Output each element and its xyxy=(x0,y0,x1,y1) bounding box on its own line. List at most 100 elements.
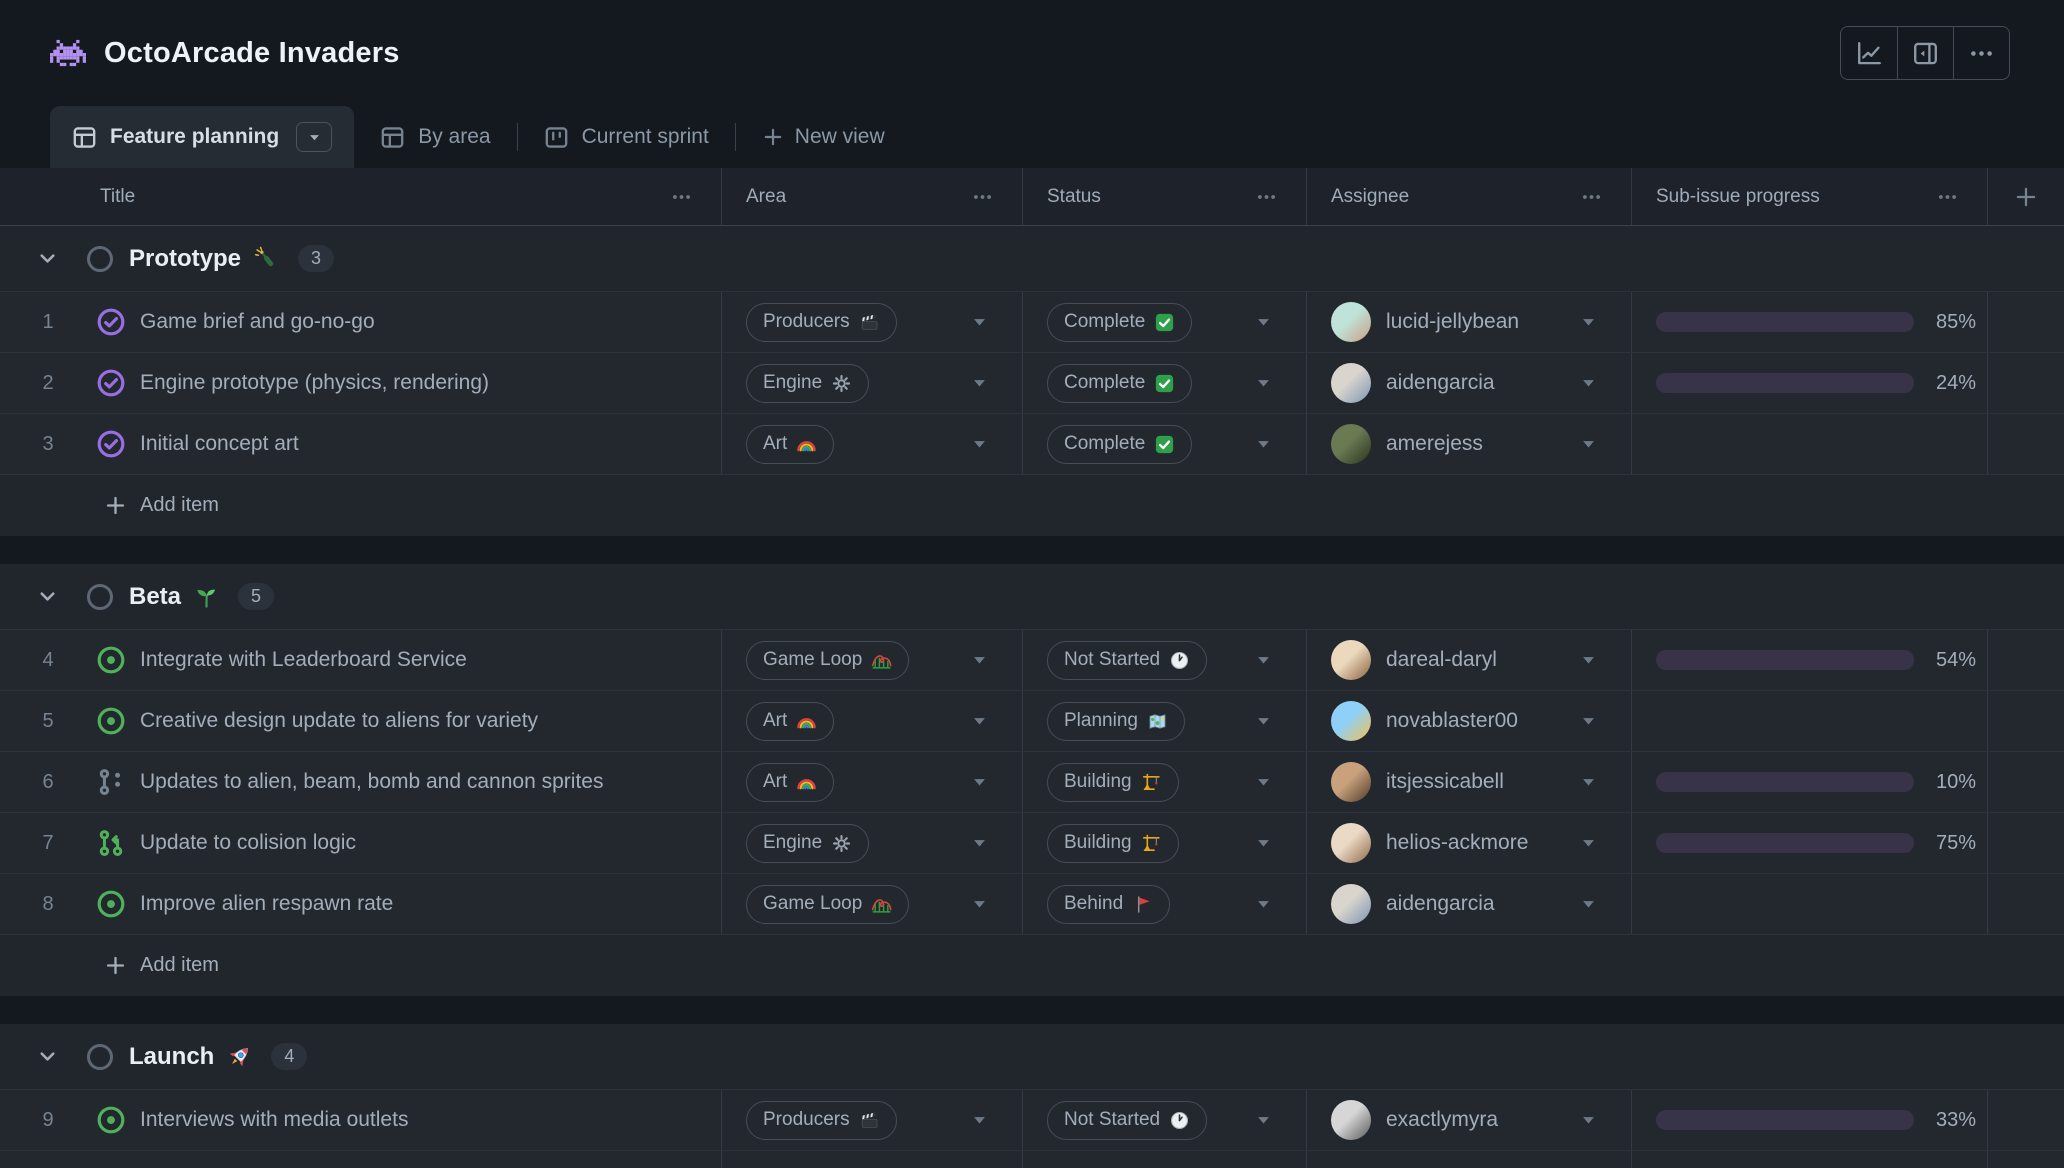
area-cell[interactable]: Producers xyxy=(721,292,1022,352)
progress-cell[interactable]: 33% xyxy=(1631,1090,1987,1150)
page-title: OctoArcade Invaders xyxy=(104,37,400,70)
item-title[interactable]: Improve alien respawn rate xyxy=(140,892,393,916)
group-header-prototype[interactable]: Prototype 3 xyxy=(0,226,2064,292)
column-header-status[interactable]: Status xyxy=(1022,168,1306,225)
title-cell[interactable]: 3 Initial concept art xyxy=(0,414,721,474)
group-header-launch[interactable]: Launch 4 xyxy=(0,1024,2064,1090)
item-title[interactable]: Interviews with media outlets xyxy=(140,1108,408,1132)
progress-cell[interactable] xyxy=(1631,691,1987,751)
chevron-down-icon xyxy=(1580,652,1597,669)
new-view-button[interactable]: New view xyxy=(736,106,911,168)
project-header: OctoArcade Invaders xyxy=(0,0,2064,106)
assignee-cell[interactable]: exactlymyra xyxy=(1306,1090,1631,1150)
area-cell[interactable]: Engine xyxy=(721,813,1022,873)
add-column-button[interactable] xyxy=(1987,168,2064,225)
roller-coaster-emoji-icon xyxy=(871,650,892,671)
group-header-beta[interactable]: Beta 5 xyxy=(0,564,2064,630)
column-menu-icon[interactable] xyxy=(1580,185,1603,208)
area-cell[interactable]: Producers xyxy=(721,1090,1022,1150)
column-header-area[interactable]: Area xyxy=(721,168,1022,225)
assignee-cell[interactable]: aidengarcia xyxy=(1306,874,1631,934)
status-cell[interactable]: Building xyxy=(1022,813,1306,873)
item-title[interactable]: Initial concept art xyxy=(140,432,299,456)
check-emoji-icon xyxy=(1154,312,1175,333)
progress-cell[interactable]: 54% xyxy=(1631,630,1987,690)
status-cell[interactable]: Behind xyxy=(1022,874,1306,934)
title-cell[interactable]: 6 Updates to alien, beam, bomb and canno… xyxy=(0,752,721,812)
area-pill: Art xyxy=(746,425,834,464)
progress-percent: 33% xyxy=(1936,1109,1976,1132)
chevron-down-icon xyxy=(1580,896,1597,913)
area-cell[interactable]: Game Loop xyxy=(721,874,1022,934)
item-title[interactable]: Update to colision logic xyxy=(140,831,356,855)
progress-cell[interactable]: 85% xyxy=(1631,292,1987,352)
add-item-button[interactable]: Add item xyxy=(0,475,2064,536)
tab-feature-planning[interactable]: Feature planning xyxy=(50,106,354,168)
item-title[interactable]: Engine prototype (physics, rendering) xyxy=(140,371,489,395)
area-pill: Art xyxy=(746,763,834,802)
area-cell[interactable]: Game Loop xyxy=(721,630,1022,690)
status-cell[interactable]: Complete xyxy=(1022,414,1306,474)
status-cell[interactable]: Not Started xyxy=(1022,1090,1306,1150)
side-panel-button[interactable] xyxy=(1897,27,1953,79)
assignee-cell[interactable]: lucid-jellybean xyxy=(1306,292,1631,352)
item-title[interactable]: Updates to alien, beam, bomb and cannon … xyxy=(140,770,603,794)
insights-button[interactable] xyxy=(1841,27,1897,79)
progress-cell[interactable]: 75% xyxy=(1631,813,1987,873)
column-menu-icon[interactable] xyxy=(1936,185,1959,208)
view-options-button[interactable] xyxy=(296,122,332,152)
column-header-subissue-progress[interactable]: Sub-issue progress xyxy=(1631,168,1987,225)
table-row: 4 Integrate with Leaderboard Service Gam… xyxy=(0,630,2064,691)
progress-percent: 75% xyxy=(1936,832,1976,855)
title-cell[interactable]: 8 Improve alien respawn rate xyxy=(0,874,721,934)
assignee-cell[interactable]: helios-ackmore xyxy=(1306,813,1631,873)
more-options-button[interactable] xyxy=(1953,27,2009,79)
title-cell[interactable]: 2 Engine prototype (physics, rendering) xyxy=(0,353,721,413)
table-header: Title Area Status Assignee Sub-issue pro… xyxy=(0,168,2064,226)
item-title[interactable]: Creative design update to aliens for var… xyxy=(140,709,538,733)
assignee-cell[interactable]: aidengarcia xyxy=(1306,353,1631,413)
avatar xyxy=(1331,363,1371,403)
tab-current-sprint[interactable]: Current sprint xyxy=(518,106,735,168)
status-cell[interactable]: Building xyxy=(1022,752,1306,812)
progress-percent: 85% xyxy=(1936,311,1976,334)
column-header-title[interactable]: Title xyxy=(0,168,721,225)
seedling-emoji-icon xyxy=(193,583,220,610)
status-pill: Not Started xyxy=(1047,641,1207,680)
progress-cell[interactable]: 24% xyxy=(1631,353,1987,413)
assignee-cell[interactable]: dareal-daryl xyxy=(1306,630,1631,690)
assignee-cell[interactable]: itsjessicabell xyxy=(1306,752,1631,812)
column-menu-icon[interactable] xyxy=(971,185,994,208)
assignee-cell[interactable]: novablaster00 xyxy=(1306,691,1631,751)
status-cell[interactable]: Planning xyxy=(1022,691,1306,751)
assignee-cell[interactable]: amerejess xyxy=(1306,414,1631,474)
area-cell[interactable]: Art xyxy=(721,414,1022,474)
row-number: 3 xyxy=(0,433,96,456)
progress-cell[interactable] xyxy=(1631,414,1987,474)
item-title[interactable]: Integrate with Leaderboard Service xyxy=(140,648,467,672)
add-item-label: Add item xyxy=(140,494,219,517)
status-cell[interactable]: Complete xyxy=(1022,353,1306,413)
add-item-button[interactable]: Add item xyxy=(0,935,2064,996)
tab-by-area[interactable]: By area xyxy=(354,106,516,168)
title-cell[interactable]: 1 Game brief and go-no-go xyxy=(0,292,721,352)
column-menu-icon[interactable] xyxy=(670,185,693,208)
row-extra-cell xyxy=(1987,752,2064,812)
title-cell[interactable]: 4 Integrate with Leaderboard Service xyxy=(0,630,721,690)
item-title[interactable]: Game brief and go-no-go xyxy=(140,310,375,334)
group-count-badge: 5 xyxy=(238,583,274,610)
status-pill: Planning xyxy=(1047,702,1185,741)
progress-cell[interactable]: 10% xyxy=(1631,752,1987,812)
status-cell[interactable]: Complete xyxy=(1022,292,1306,352)
status-cell[interactable]: Not Started xyxy=(1022,630,1306,690)
column-menu-icon[interactable] xyxy=(1255,185,1278,208)
column-header-assignee[interactable]: Assignee xyxy=(1306,168,1631,225)
progress-cell[interactable] xyxy=(1631,874,1987,934)
title-cell[interactable]: 5 Creative design update to aliens for v… xyxy=(0,691,721,751)
area-cell[interactable]: Engine xyxy=(721,353,1022,413)
title-cell[interactable]: 9 Interviews with media outlets xyxy=(0,1090,721,1150)
area-cell[interactable]: Art xyxy=(721,752,1022,812)
group-title: Launch xyxy=(129,1043,214,1071)
area-cell[interactable]: Art xyxy=(721,691,1022,751)
title-cell[interactable]: 7 Update to colision logic xyxy=(0,813,721,873)
